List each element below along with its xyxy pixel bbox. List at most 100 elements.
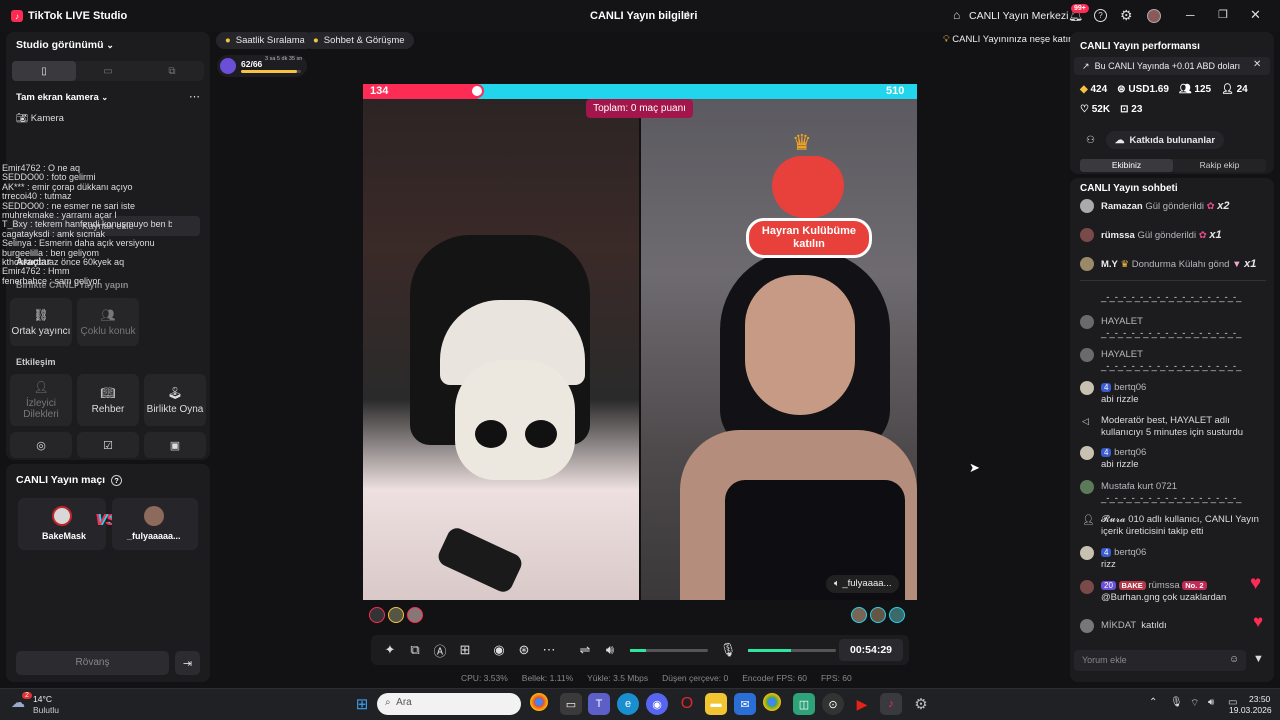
memory-stat: Bellek: 1.11% — [521, 673, 574, 683]
play-together-label: Birlikte Oyna — [146, 403, 204, 415]
contributor-avatar[interactable] — [369, 607, 385, 623]
maximize-icon[interactable]: ❐ — [1218, 8, 1228, 21]
portrait-tab[interactable]: ▯ — [12, 61, 76, 81]
chevron-up-icon[interactable]: ⌃ — [1149, 697, 1157, 708]
people-icon: 👥︎ — [1178, 84, 1192, 95]
close-icon[interactable]: ✕ — [1253, 59, 1261, 70]
clock-date[interactable]: 19.03.2026 — [1229, 705, 1272, 715]
settings-icon[interactable]: ⚙ — [910, 693, 932, 715]
comment-input[interactable]: Yorum ekle — [1074, 650, 1246, 671]
landscape-tab[interactable]: ▭ — [76, 61, 140, 81]
chat-meet-chip[interactable]: ● Sohbet & Görüşme — [304, 32, 414, 49]
chat-message: 4 bertq06 abi rizzle — [1101, 382, 1147, 405]
guide-button[interactable]: 📖︎ Rehber — [77, 374, 139, 426]
studio-view-dropdown[interactable]: Studio görünümü ⌄ — [16, 39, 114, 51]
avatar — [1080, 257, 1094, 271]
play-together-button[interactable]: 🕹︎ Birlikte Oyna — [144, 374, 206, 426]
opera-icon[interactable]: O — [676, 693, 698, 715]
join-message: MİKDAT katıldı — [1101, 620, 1167, 631]
task-view-icon[interactable]: ▭ — [560, 693, 582, 715]
chrome-icon[interactable] — [530, 693, 548, 711]
clock-time[interactable]: 23:50 — [1249, 694, 1270, 704]
tool-button-row3-2[interactable]: ☑ — [77, 432, 139, 458]
gear-icon[interactable]: ⚙ — [1120, 7, 1133, 24]
cohost-button[interactable]: ⛓︎ Ortak yayıncı — [10, 298, 72, 346]
speaker-tray-icon[interactable]: 🔊︎ — [1208, 697, 1214, 708]
minimize-icon[interactable]: ─ — [1186, 8, 1195, 22]
snapshot-icon[interactable]: ⊛ — [513, 639, 535, 661]
hourly-ranking-chip[interactable]: ● Saatlik Sıralama — [216, 32, 314, 49]
steam-icon[interactable]: ⊙ — [822, 693, 844, 715]
microphone-icon[interactable]: 🎙︎ — [717, 639, 739, 661]
add-user-icon: 👤︎ — [1221, 84, 1234, 95]
chat-message: 4 bertq06 abi rizzle — [1101, 447, 1147, 470]
dual-tab[interactable]: ⧉ — [140, 61, 204, 81]
team-icon[interactable]: ⚇ — [1086, 135, 1095, 146]
tool-button-row3-3[interactable]: ▣ — [144, 432, 206, 458]
help-icon[interactable]: ? — [1094, 9, 1107, 22]
contributor-avatar[interactable] — [407, 607, 423, 623]
upload-stat: Yükle: 3.5 Mbps — [587, 673, 649, 683]
record-icon[interactable]: ◉ — [488, 639, 510, 661]
exit-match-icon[interactable]: ⇥ — [175, 651, 200, 675]
edge-icon[interactable]: e — [617, 693, 639, 715]
contributor-avatar[interactable] — [388, 607, 404, 623]
magic-wand-icon[interactable]: ✦ — [379, 639, 401, 661]
mixer-icon[interactable]: ⇌ — [574, 639, 596, 661]
effects-icon[interactable]: ⧉ — [404, 639, 426, 661]
viewer-requests-button[interactable]: 👤︎ İzleyici Dilekleri — [10, 374, 72, 426]
tool-button-row3-1[interactable]: ◎ — [10, 432, 72, 458]
live-match-label: CANLI Yayın maçı — [16, 474, 106, 486]
contributor-avatar[interactable] — [851, 607, 867, 623]
send-icon[interactable]: ▼ — [1253, 653, 1264, 665]
contributor-avatar[interactable] — [889, 607, 905, 623]
add-media-icon[interactable]: ⊞ — [454, 639, 476, 661]
volume-slider[interactable] — [630, 648, 708, 652]
contributor-avatar[interactable] — [870, 607, 886, 623]
more-options-icon[interactable]: ⋯ — [189, 90, 200, 103]
home-icon[interactable]: ⌂ — [953, 8, 960, 22]
total-points-label: Toplam: 0 maç puanı — [593, 103, 686, 114]
follow-message: 𝓡𝓾𝓻𝓪 010 adlı kullanıcı, CANLI Yayın içe… — [1101, 514, 1259, 537]
volume-icon[interactable]: 🔊︎ — [599, 639, 621, 661]
emoji-icon[interactable]: ☺ — [1229, 654, 1239, 665]
overlay-chat-line: T_Bxy : tekrem hanfendi konuşmuyo ben bı… — [2, 220, 172, 230]
tab-opponent-team[interactable]: Rakip ekip — [1173, 159, 1266, 172]
cheer-chip[interactable]: 💡︎ CANLI Yayınınıza neşe katın — [943, 34, 1073, 45]
more-icon[interactable]: ⋯ — [538, 639, 560, 661]
tab-your-team[interactable]: Ekibiniz — [1080, 159, 1173, 172]
camera-source-item[interactable]: 📷︎ Kamera — [16, 113, 64, 124]
mic-slider[interactable] — [748, 648, 836, 652]
chrome-2-icon[interactable] — [763, 693, 781, 711]
team-tabs: Ekibiniz Rakip ekip — [1080, 159, 1266, 172]
overlay-chat-line: muhrekmake : yarramı açar l — [2, 211, 117, 221]
contributors-icon: ☁︎ — [1115, 134, 1125, 146]
camera-section-dropdown[interactable]: Tam ekran kamera ⌄ — [16, 92, 108, 103]
hourly-ranking-label: Saatlik Sıralama — [235, 35, 305, 46]
contributors-button[interactable]: ☁︎ Katkıda bulunanlar — [1106, 131, 1225, 149]
teams-icon[interactable]: T — [588, 693, 610, 715]
mic-tray-icon[interactable]: 🎙︎ — [1170, 697, 1183, 708]
mail-icon[interactable]: ✉ — [734, 693, 756, 715]
mic-fill — [748, 648, 792, 652]
taskbar-search[interactable]: ⌕ Ara — [377, 693, 521, 715]
diamonds-stat: ◆ 424 — [1080, 84, 1108, 95]
close-icon[interactable]: ✕ — [1250, 7, 1261, 23]
opponent-name-tag[interactable]: 🔈︎ _fulyaaaa... — [826, 575, 900, 593]
multi-guest-button[interactable]: 👥︎ Çoklu konuk — [77, 298, 139, 346]
live-center-link[interactable]: CANLI Yayın Merkezi — [969, 10, 1068, 22]
share-icon[interactable]: ↱ — [682, 9, 691, 22]
help-icon[interactable]: ? — [111, 475, 123, 486]
rematch-button[interactable]: Rövanş — [16, 651, 169, 675]
youtube-icon[interactable]: ▶ — [851, 693, 873, 715]
game-launcher-icon[interactable]: ◫ — [793, 693, 815, 715]
avatar[interactable] — [1147, 9, 1161, 23]
tiktok-studio-taskbar-icon[interactable]: ♪ — [880, 693, 902, 715]
file-explorer-icon[interactable]: ▬ — [705, 693, 727, 715]
discord-icon[interactable]: ◉ — [646, 693, 668, 715]
wifi-icon[interactable]: ⌔ — [1190, 697, 1199, 710]
windows-start-icon[interactable]: ⊞ — [351, 693, 373, 715]
overlay-chat-line: SEDDO00 : ne esmer ne sari iste — [2, 201, 136, 211]
overlay-chat-line: burgeelilla : ben geliyom — [2, 248, 100, 258]
ai-icon[interactable]: Ⓐ — [429, 639, 451, 661]
